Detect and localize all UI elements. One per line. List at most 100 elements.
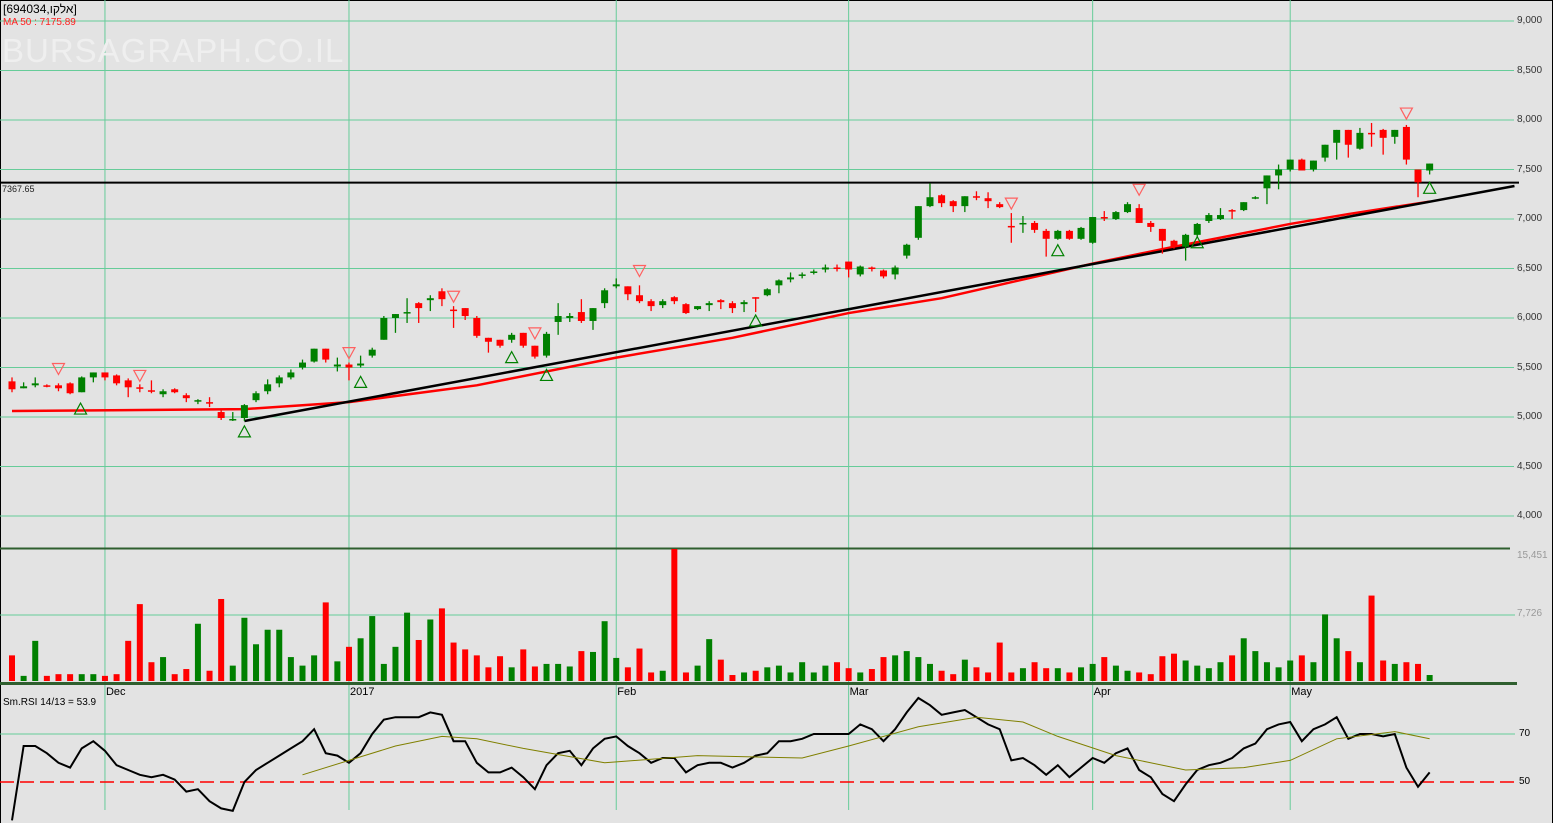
candle-body [240, 405, 248, 418]
sell-signal-triangle [1399, 107, 1414, 121]
rsi-tick-label: 50 [1519, 776, 1531, 787]
candle-body [926, 197, 934, 207]
volume-bar [729, 675, 736, 681]
price-tick-label: 5,500 [1517, 361, 1543, 373]
volume-bar [241, 617, 248, 681]
price-tick-label: 9,000 [1517, 15, 1543, 26]
candle-body [984, 198, 992, 202]
candle-body [868, 267, 876, 270]
volume-bar [799, 662, 806, 681]
volume-bar [369, 616, 376, 681]
candle-body [54, 385, 62, 389]
buy-signal-triangle [353, 375, 368, 388]
candle-body [1031, 222, 1039, 230]
volume-bar [462, 649, 469, 681]
volume-bar [9, 655, 15, 681]
volume-bar [253, 644, 260, 681]
candle-body [473, 318, 481, 336]
volume-bar [1298, 655, 1305, 681]
candle-body [357, 363, 365, 366]
candle-body [147, 390, 155, 392]
candle-body [763, 289, 771, 296]
candle-body [682, 304, 690, 314]
rsi-tick-label: 70 [1519, 728, 1531, 739]
candle-body [484, 337, 492, 342]
candle-body [903, 244, 911, 256]
volume-bar [1333, 638, 1340, 681]
price-tick-label: 7,500 [1517, 163, 1543, 175]
candle-body [1077, 227, 1085, 239]
volume-bar [868, 669, 875, 681]
volume-bar [555, 663, 562, 681]
volume-bar [311, 655, 318, 681]
volume-bar [671, 549, 678, 681]
watermark: BURSAGRAPH.CO.IL [2, 32, 345, 69]
volume-bar [427, 619, 434, 681]
candle-body [124, 380, 132, 388]
volume-bar [973, 667, 980, 681]
volume-bar [136, 604, 143, 681]
candle-body [1170, 240, 1178, 247]
volume-bar [543, 663, 550, 681]
candle-body [577, 312, 585, 321]
month-label: Mar [849, 686, 869, 698]
volume-bar [810, 672, 817, 681]
candle-body [1309, 160, 1317, 170]
candle-body [938, 195, 946, 204]
candle-body [1414, 169, 1422, 183]
candle-body [775, 280, 783, 286]
candle-body [8, 381, 16, 390]
volume-bar [183, 669, 190, 681]
candle-body [752, 297, 760, 299]
candle-body [1100, 217, 1108, 219]
candle-body [949, 201, 957, 207]
volume-bar [43, 675, 50, 681]
candle-body [1368, 132, 1376, 135]
candle-body [705, 303, 713, 306]
sell-signal-triangle [1004, 197, 1019, 211]
candle-body [1240, 202, 1248, 211]
candle-body [426, 298, 434, 301]
resistance-label: 7367.65 [2, 184, 35, 194]
candle-body [833, 267, 841, 270]
candle-body [787, 277, 795, 280]
volume-bar [926, 663, 933, 681]
candle-body [31, 383, 39, 386]
volume-bar [229, 665, 236, 681]
candle-body [659, 301, 667, 306]
volume-bar [1112, 665, 1119, 681]
sell-signal-triangle [632, 264, 647, 278]
candle-body [880, 270, 887, 277]
candle-body [1054, 230, 1062, 239]
sell-signal-triangle [1132, 183, 1147, 197]
volume-bar [787, 672, 794, 681]
volume-bar [752, 670, 759, 681]
candle-body [20, 386, 28, 389]
candle-body [275, 377, 283, 384]
candle-body [670, 297, 678, 302]
volume-bar [1275, 667, 1282, 681]
volume-bar [636, 648, 643, 681]
candle-body [1251, 197, 1259, 199]
volume-bar [357, 638, 364, 681]
buy-signal-triangle [748, 313, 763, 327]
volume-bar [659, 670, 666, 681]
candle-body [647, 301, 655, 307]
candle-body [1112, 212, 1120, 219]
candle-body [1344, 129, 1352, 145]
volume-bar [682, 672, 689, 681]
volume-bar [404, 612, 411, 681]
candle-body [740, 302, 748, 305]
volume-bar [90, 674, 97, 681]
candle-body [972, 196, 980, 198]
candle-body [612, 284, 620, 287]
candle-body [345, 364, 353, 368]
volume-bar [322, 602, 329, 681]
candle-body [310, 348, 318, 362]
volume-bar [1078, 667, 1085, 681]
candle-body [1391, 129, 1399, 137]
volume-bar [194, 623, 201, 681]
stock-chart [0, 0, 1553, 823]
candle-body [717, 300, 725, 303]
volume-bar [880, 657, 887, 681]
